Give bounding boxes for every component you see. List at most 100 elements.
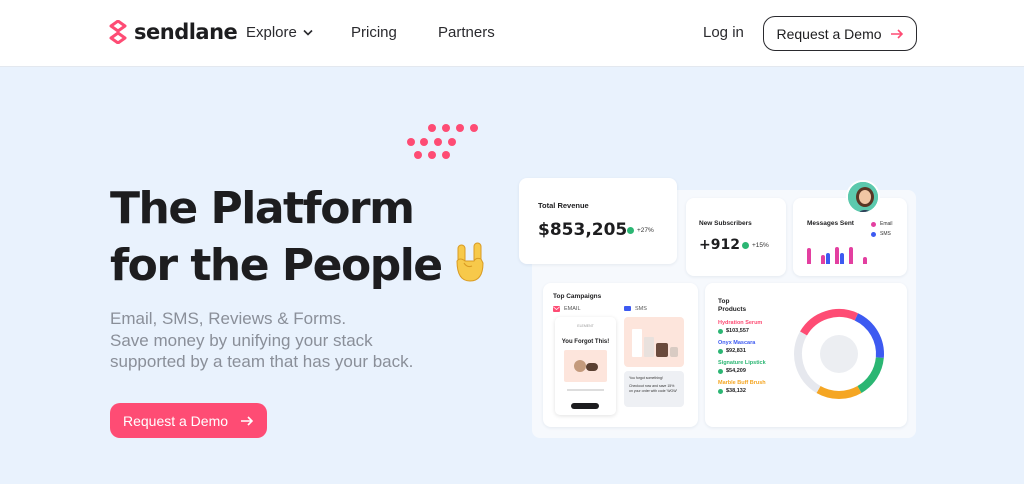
product-item[interactable]: Signature Lipstick $54,209 xyxy=(718,360,766,374)
shop-button xyxy=(571,403,599,409)
request-demo-nav-button[interactable]: Request a Demo xyxy=(763,16,917,51)
arrow-right-icon xyxy=(241,415,254,426)
email-bar xyxy=(863,257,867,264)
product-value: $38,132 xyxy=(718,388,766,394)
request-demo-nav-label: Request a Demo xyxy=(776,25,882,42)
dot xyxy=(407,138,415,146)
sms-text-1: You forgot something! xyxy=(629,376,663,380)
total-revenue-delta-value: +27% xyxy=(637,227,654,234)
nav-explore[interactable]: Explore xyxy=(246,24,313,41)
product-name: Marble Buff Brush xyxy=(718,380,766,386)
compact-image xyxy=(574,360,586,372)
top-campaigns-label: Top Campaigns xyxy=(553,293,602,300)
dot xyxy=(414,151,422,159)
product-value-text: $92,831 xyxy=(726,348,746,354)
new-subscribers-label: New Subscribers xyxy=(699,220,752,227)
hero-title: The Platform for the People xyxy=(110,180,488,297)
total-revenue-label: Total Revenue xyxy=(538,201,589,210)
up-arrow-icon xyxy=(718,368,723,374)
hero-subtitle-line-1: Email, SMS, Reviews & Forms. xyxy=(110,309,347,328)
top-products-label-line-2: Products xyxy=(718,306,747,313)
top-products-list: Hydration Serum $103,557 Onyx Mascara $92,8… xyxy=(718,320,766,400)
product-value: $92,831 xyxy=(718,348,766,354)
up-arrow-icon xyxy=(742,242,749,249)
legend-email-label: Email xyxy=(880,221,893,227)
email-bar xyxy=(821,255,825,264)
top-products-card: Top Products Hydration Serum $103,557 Onyx… xyxy=(705,283,907,427)
product-jar xyxy=(656,343,668,357)
messages-legend: Email SMS xyxy=(871,221,893,241)
product-item[interactable]: Hydration Serum $103,557 xyxy=(718,320,766,334)
mail-icon xyxy=(553,306,560,312)
sms-text-2: Checkout now and save 15% on your order … xyxy=(629,384,678,393)
new-subscribers-value: +912 xyxy=(699,237,740,253)
nav-explore-label: Explore xyxy=(246,24,297,41)
email-bar xyxy=(849,247,853,264)
sendlane-logo[interactable]: sendlane xyxy=(108,20,238,44)
dot xyxy=(434,138,442,146)
nav-pricing[interactable]: Pricing xyxy=(351,24,397,41)
email-brand: ELEMENT xyxy=(577,324,594,328)
up-arrow-icon xyxy=(718,388,723,394)
product-name: Onyx Mascara xyxy=(718,340,756,346)
top-nav: sendlane Explore Pricing Partners Log in… xyxy=(0,0,1024,67)
sms-image-preview[interactable] xyxy=(624,317,684,367)
sms-bar xyxy=(840,253,844,264)
email-tag: EMAIL xyxy=(553,306,581,312)
product-item[interactable]: Marble Buff Brush $38,132 xyxy=(718,380,766,394)
product-value-text: $103,557 xyxy=(726,328,749,334)
email-preview[interactable]: ELEMENT You Forgot This! xyxy=(555,317,616,415)
legend-email: Email xyxy=(871,221,893,227)
hero-title-line-2: for the People xyxy=(110,237,488,297)
product-value-text: $38,132 xyxy=(726,388,746,394)
email-bar xyxy=(807,248,811,264)
product-bottle xyxy=(644,337,654,357)
request-demo-hero-button[interactable]: Request a Demo xyxy=(110,403,267,438)
hero-subtitle-line-3: supported by a team that has your back. xyxy=(110,352,414,371)
messages-sent-card: Messages Sent Email SMS xyxy=(793,198,907,276)
email-tag-label: EMAIL xyxy=(564,306,581,312)
legend-sms-label: SMS xyxy=(880,231,891,237)
user-avatar xyxy=(846,180,880,214)
product-value-text: $54,209 xyxy=(726,368,746,374)
email-bar xyxy=(835,247,839,264)
donut-center xyxy=(820,335,858,373)
arrow-right-icon xyxy=(890,28,903,39)
product-value: $103,557 xyxy=(718,328,766,334)
legend-sms: SMS xyxy=(871,231,893,237)
dot xyxy=(442,124,450,132)
total-revenue-value: $853,205 xyxy=(538,220,628,240)
product-jar xyxy=(670,347,678,357)
hero-subtitle-line-2: Save money by unifying your stack xyxy=(110,330,373,350)
chevron-down-icon xyxy=(303,29,313,36)
hero-title-line-1: The Platform xyxy=(110,183,415,234)
donut-segment xyxy=(800,309,859,336)
messages-bar-chart xyxy=(807,242,877,264)
text-line xyxy=(567,389,604,391)
top-campaigns-card: Top Campaigns EMAIL SMS ELEMENT You Forg… xyxy=(543,283,698,427)
nav-partners[interactable]: Partners xyxy=(438,24,495,41)
product-image xyxy=(564,350,607,382)
hero-subtitle: Email, SMS, Reviews & Forms. Save money … xyxy=(110,308,413,373)
product-name: Signature Lipstick xyxy=(718,360,766,366)
sms-tag: SMS xyxy=(624,306,647,312)
new-subscribers-card: New Subscribers +912 +15% xyxy=(686,198,786,276)
dot xyxy=(420,138,428,146)
top-products-label-line-1: Top xyxy=(718,298,730,305)
top-products-label: Top Products xyxy=(718,298,746,314)
rock-hand-icon xyxy=(452,240,488,297)
dot xyxy=(428,124,436,132)
total-revenue-card: Total Revenue $853,205 +27% xyxy=(519,178,677,264)
login-link[interactable]: Log in xyxy=(703,24,744,41)
hero-title-line-2-text: for the People xyxy=(110,240,443,291)
dot xyxy=(448,138,456,146)
product-value: $54,209 xyxy=(718,368,766,374)
donut-segment xyxy=(854,313,884,358)
request-demo-hero-label: Request a Demo xyxy=(122,412,229,429)
donut-segment xyxy=(816,385,862,399)
dot xyxy=(470,124,478,132)
product-item[interactable]: Onyx Mascara $92,831 xyxy=(718,340,766,354)
dot xyxy=(442,151,450,159)
donut-segment xyxy=(857,357,884,393)
donut-segment xyxy=(794,331,821,393)
